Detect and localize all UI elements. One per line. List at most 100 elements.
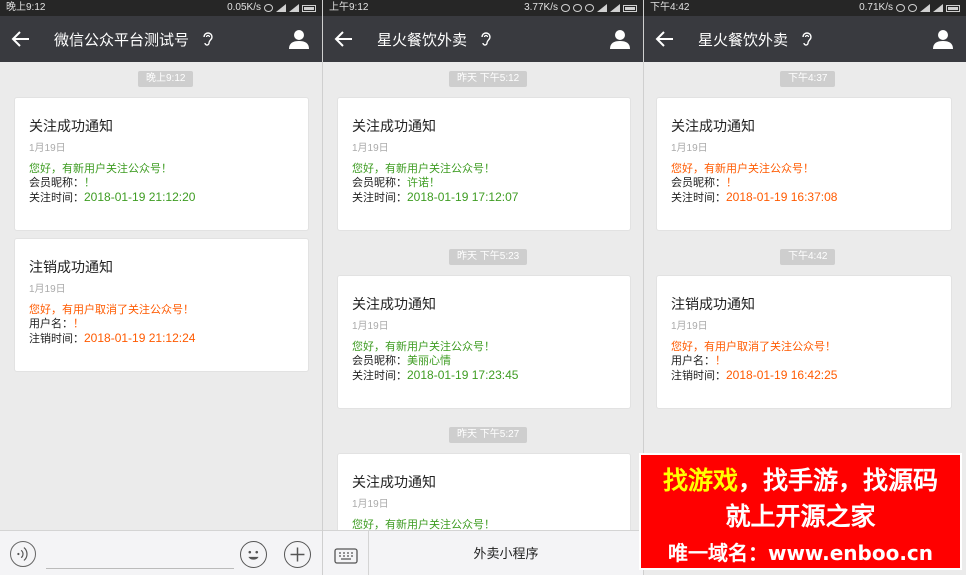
field-label: 注销时间： bbox=[29, 333, 84, 345]
field-label: 关注时间： bbox=[29, 192, 84, 204]
earpiece-mode-icon bbox=[802, 32, 812, 46]
card-date: 1月19日 bbox=[671, 143, 708, 154]
nav-bar: 微信公众平台测试号 bbox=[0, 16, 322, 62]
emoji-icon[interactable] bbox=[240, 541, 267, 568]
field-value: 美丽心情 bbox=[407, 355, 451, 367]
card-date: 1月19日 bbox=[29, 143, 66, 154]
nav-bar: 星火餐饮外卖 bbox=[644, 16, 966, 62]
card-greeting: 您好，有新用户关注公众号！ bbox=[352, 163, 495, 175]
keyboard-icon[interactable] bbox=[333, 543, 359, 565]
voice-input-icon[interactable] bbox=[10, 541, 36, 567]
card-title: 关注成功通知 bbox=[352, 118, 436, 134]
back-arrow-icon[interactable] bbox=[654, 28, 676, 50]
profile-icon[interactable] bbox=[609, 28, 631, 50]
card-greeting: 您好，有用户取消了关注公众号！ bbox=[671, 341, 836, 353]
signal-icon bbox=[933, 4, 943, 12]
message-timestamp: 下午4:37 bbox=[780, 71, 836, 87]
field-label: 会员昵称： bbox=[352, 177, 407, 189]
wifi-icon bbox=[597, 4, 607, 12]
field-value: 2018-01-19 21:12:24 bbox=[84, 331, 196, 345]
field-value: ！ bbox=[73, 318, 84, 330]
field-value: 2018-01-19 21:12:20 bbox=[84, 190, 196, 204]
network-speed: 0.71K/s bbox=[859, 2, 893, 13]
chat-input-bar bbox=[0, 530, 322, 575]
field-label: 用户名： bbox=[29, 318, 73, 330]
field-value: ！ bbox=[726, 177, 737, 189]
field-label: 会员昵称： bbox=[671, 177, 726, 189]
chat-panel-test-account: 晚上9:12 0.05K/s 微信公众平台测试号 晚上9:12 关注成功通知 1… bbox=[0, 0, 322, 575]
earpiece-mode-icon bbox=[481, 32, 491, 46]
plus-icon[interactable] bbox=[284, 541, 311, 568]
watermark-text: 找游戏 bbox=[662, 466, 738, 495]
watermark-banner: 找游戏，找手游，找源码 就上开源之家 唯一域名：www.enboo.cn bbox=[639, 453, 962, 570]
message-timestamp: 昨天 下午5:23 bbox=[449, 249, 528, 265]
card-title: 注销成功通知 bbox=[29, 259, 113, 275]
menu-bar: 外卖小程序 bbox=[323, 530, 643, 575]
watermark-text: 就上开源之家 bbox=[725, 502, 876, 531]
chat-title: 星火餐饮外卖 bbox=[377, 32, 468, 49]
back-arrow-icon[interactable] bbox=[333, 28, 355, 50]
watermark-text: ，找手游，找源码 bbox=[738, 466, 939, 495]
message-card[interactable]: 注销成功通知 1月19日 您好，有用户取消了关注公众号！ 用户名：！ 注销时间：… bbox=[656, 275, 952, 409]
card-greeting: 您好，有新用户关注公众号！ bbox=[671, 163, 814, 175]
field-value: ！ bbox=[715, 355, 726, 367]
card-title: 关注成功通知 bbox=[29, 118, 113, 134]
battery-icon bbox=[946, 4, 960, 12]
card-title: 注销成功通知 bbox=[671, 296, 755, 312]
field-value: 2018-01-19 17:23:45 bbox=[407, 368, 519, 382]
message-card[interactable]: 注销成功通知 1月19日 您好，有用户取消了关注公众号！ 用户名：！ 注销时间：… bbox=[14, 238, 309, 372]
message-card[interactable]: 关注成功通知 1月19日 您好，有新用户关注公众号！ 会员昵称：许诺！ 关注时间… bbox=[337, 97, 631, 231]
battery-icon bbox=[623, 4, 637, 12]
field-label: 关注时间： bbox=[671, 192, 726, 204]
network-speed: 3.77K/s bbox=[524, 2, 558, 13]
card-title: 关注成功通知 bbox=[352, 474, 436, 490]
card-date: 1月19日 bbox=[352, 143, 389, 154]
message-timestamp: 昨天 下午5:27 bbox=[449, 427, 528, 443]
field-label: 会员昵称： bbox=[29, 177, 84, 189]
profile-icon[interactable] bbox=[932, 28, 954, 50]
field-value: 许诺！ bbox=[407, 177, 440, 189]
field-value: 2018-01-19 16:37:08 bbox=[726, 190, 838, 204]
card-greeting: 您好，有新用户关注公众号！ bbox=[352, 341, 495, 353]
menu-item-mini-program[interactable]: 外卖小程序 bbox=[369, 531, 643, 575]
field-value: 2018-01-19 16:42:25 bbox=[726, 368, 838, 382]
profile-icon[interactable] bbox=[288, 28, 310, 50]
status-time: 上午9:12 bbox=[329, 2, 369, 13]
message-card[interactable]: 关注成功通知 1月19日 您好，有新用户关注公众号！ 会员昵称：！ 关注时间：2… bbox=[14, 97, 309, 231]
alarm-icon bbox=[585, 4, 594, 12]
card-date: 1月19日 bbox=[671, 321, 708, 332]
message-timestamp: 昨天 下午5:12 bbox=[449, 71, 528, 87]
status-time: 下午4:42 bbox=[650, 2, 690, 13]
field-value: 2018-01-19 17:12:07 bbox=[407, 190, 519, 204]
alarm-icon bbox=[908, 4, 917, 12]
message-input[interactable] bbox=[46, 541, 234, 569]
network-speed: 0.05K/s bbox=[227, 2, 261, 13]
message-timestamp: 下午4:42 bbox=[780, 249, 836, 265]
field-label: 关注时间： bbox=[352, 192, 407, 204]
chat-title: 星火餐饮外卖 bbox=[698, 32, 789, 49]
sync-icon bbox=[896, 4, 905, 12]
field-value: ！ bbox=[84, 177, 95, 189]
field-label: 关注时间： bbox=[352, 370, 407, 382]
message-card[interactable]: 关注成功通知 1月19日 您好，有新用户关注公众号！ 会员昵称：美丽心情 关注时… bbox=[337, 275, 631, 409]
nav-bar: 星火餐饮外卖 bbox=[323, 16, 643, 62]
back-arrow-icon[interactable] bbox=[10, 28, 32, 50]
card-title: 关注成功通知 bbox=[671, 118, 755, 134]
field-label: 注销时间： bbox=[671, 370, 726, 382]
message-card[interactable]: 关注成功通知 1月19日 您好，有新用户关注公众号！ 会员昵称：！ 关注时间：2… bbox=[656, 97, 952, 231]
wifi-icon bbox=[920, 4, 930, 12]
card-greeting: 您好，有新用户关注公众号！ bbox=[29, 163, 172, 175]
signal-icon bbox=[610, 4, 620, 12]
earpiece-mode-icon bbox=[203, 32, 213, 46]
card-date: 1月19日 bbox=[352, 321, 389, 332]
message-timestamp: 晚上9:12 bbox=[138, 71, 194, 87]
field-label: 用户名： bbox=[671, 355, 715, 367]
watermark-domain: 唯一域名：www.enboo.cn bbox=[667, 541, 934, 565]
status-time: 晚上9:12 bbox=[6, 2, 46, 13]
status-bar: 上午9:12 3.77K/s bbox=[323, 0, 643, 16]
chat-panel-xinghuo-1: 上午9:12 3.77K/s 星火餐饮外卖 昨天 下午5:12 关注成功通知 1… bbox=[323, 0, 643, 575]
chat-title: 微信公众平台测试号 bbox=[54, 32, 190, 49]
mute-icon bbox=[573, 4, 582, 12]
battery-icon bbox=[302, 4, 316, 12]
sync-icon bbox=[561, 4, 570, 12]
